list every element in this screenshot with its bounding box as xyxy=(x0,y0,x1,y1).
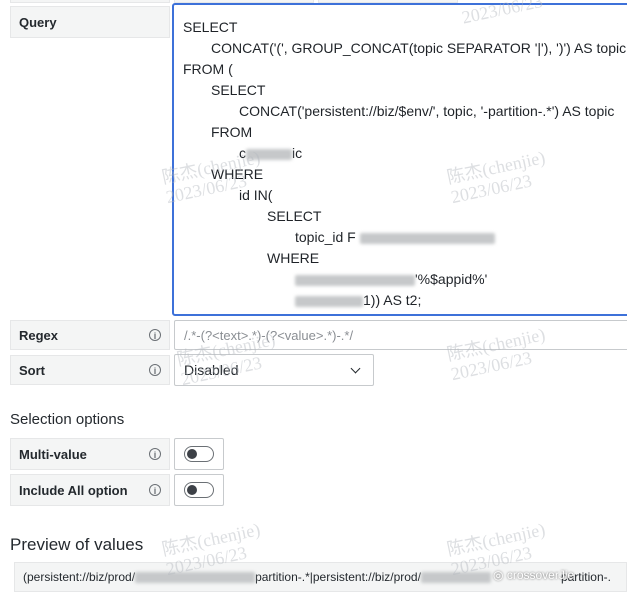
query-line-11: topic_id F xyxy=(183,227,495,248)
query-line-7-end: ic xyxy=(292,145,303,161)
info-circle-icon[interactable]: i xyxy=(149,484,161,496)
query-line-7-start: c xyxy=(239,145,246,161)
wechat-icon: ◎ xyxy=(493,568,504,582)
regex-label-text: Regex xyxy=(19,327,59,343)
query-line-5: CONCAT('persistent://biz/$env/', topic, … xyxy=(239,103,615,119)
sort-select-value: Disabled xyxy=(184,362,239,378)
multi-value-toggle[interactable] xyxy=(184,446,214,462)
preview-value-part2: partition-.*|persistent://biz/prod/ xyxy=(255,570,421,584)
regex-input[interactable]: /.*-(?<text>.*)-(?<value>.*)-.*/ xyxy=(174,320,627,350)
multi-value-toggle-wrapper xyxy=(174,438,224,470)
query-line-13-text: '%$appid%' xyxy=(415,271,488,287)
sort-label: Sort i xyxy=(10,355,170,385)
regex-label: Regex i xyxy=(10,320,170,350)
multi-value-label: Multi-value i xyxy=(10,438,170,470)
watermark-brand: ◎ crossoverJie xyxy=(493,568,574,582)
query-line-13: '%$appid%' xyxy=(183,269,487,290)
watermark-name: 陈杰(chenjie) xyxy=(160,519,262,560)
include-all-label-text: Include All option xyxy=(19,482,128,498)
redacted-block xyxy=(295,295,363,307)
query-line-14-text: 1)) AS t2; xyxy=(363,292,422,308)
sort-label-text: Sort xyxy=(19,362,45,378)
preview-title: Preview of values xyxy=(10,535,144,554)
query-line-10: SELECT xyxy=(267,208,322,224)
info-circle-icon[interactable]: i xyxy=(149,448,161,460)
query-line-3: FROM ( xyxy=(183,61,233,77)
query-line-2: CONCAT('(', GROUP_CONCAT(topic SEPARATOR… xyxy=(211,40,627,56)
multi-value-label-text: Multi-value xyxy=(19,446,87,462)
info-circle-icon[interactable]: i xyxy=(149,329,161,341)
sort-select[interactable]: Disabled xyxy=(174,354,374,386)
query-line-7: c ic xyxy=(183,143,302,164)
chevron-down-icon xyxy=(350,363,361,374)
include-all-toggle-wrapper xyxy=(174,474,224,506)
preview-value-part1: (persistent://biz/prod/ xyxy=(23,570,136,584)
query-label: Query xyxy=(10,6,170,38)
info-circle-icon[interactable]: i xyxy=(149,364,161,376)
toggle-knob xyxy=(187,485,197,495)
query-line-6: FROM xyxy=(211,124,253,140)
query-line-14: 1)) AS t2; xyxy=(183,290,421,311)
query-line-9: id IN( xyxy=(239,187,273,203)
query-line-4: SELECT xyxy=(211,82,266,98)
watermark-brand-text: crossoverJie xyxy=(506,568,575,582)
redacted-block xyxy=(246,148,292,160)
selection-options-title: Selection options xyxy=(10,411,125,428)
toggle-knob xyxy=(187,449,197,459)
redacted-block xyxy=(420,571,491,583)
query-line-12: WHERE xyxy=(267,250,320,266)
query-line-8: WHERE xyxy=(211,166,264,182)
query-line-11-text: topic_id F xyxy=(295,229,356,245)
previous-row-label-stub xyxy=(10,0,170,3)
include-all-label: Include All option i xyxy=(10,474,170,506)
query-editor[interactable]: SELECT CONCAT('(', GROUP_CONCAT(topic SE… xyxy=(172,3,627,316)
redacted-block xyxy=(135,571,256,583)
redacted-block xyxy=(295,274,415,286)
query-line-1: SELECT xyxy=(183,19,238,35)
include-all-toggle[interactable] xyxy=(184,482,214,498)
watermark-name: 陈杰(chenjie) xyxy=(445,519,547,560)
query-label-text: Query xyxy=(19,14,57,30)
redacted-block xyxy=(359,232,495,244)
